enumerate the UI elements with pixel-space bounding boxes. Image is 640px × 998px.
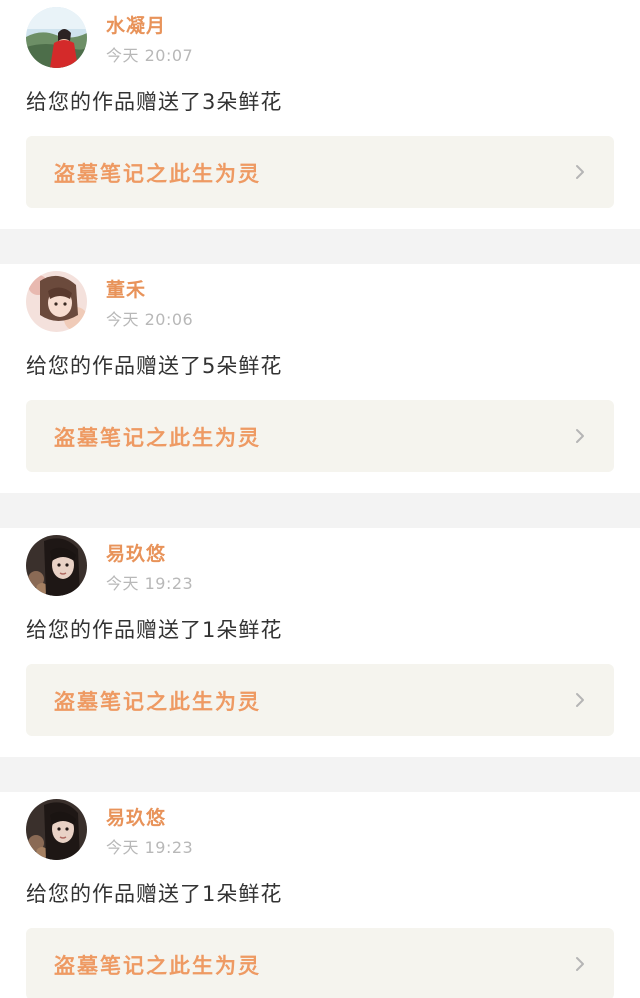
work-title: 盗墓笔记之此生为灵 (54, 162, 261, 186)
username[interactable]: 易玖悠 (106, 539, 166, 566)
notification-card: 易玖悠 今天 19:23 给您的作品赠送了1朵鲜花 盗墓笔记之此生为灵 (0, 792, 640, 998)
work-link-card[interactable]: 盗墓笔记之此生为灵 (26, 664, 614, 736)
notification-feed: 水凝月 今天 20:07 给您的作品赠送了3朵鲜花 盗墓笔记之此生为灵 董禾 今… (0, 0, 640, 998)
avatar-image (26, 271, 87, 332)
timestamp: 今天 19:23 (106, 838, 194, 857)
notification-card: 水凝月 今天 20:07 给您的作品赠送了3朵鲜花 盗墓笔记之此生为灵 (0, 0, 640, 229)
work-link-card[interactable]: 盗墓笔记之此生为灵 (26, 928, 614, 998)
chevron-right-icon (576, 429, 584, 443)
divider (0, 757, 640, 792)
chevron-right-icon (576, 957, 584, 971)
divider (0, 229, 640, 264)
notification-card: 董禾 今天 20:06 给您的作品赠送了5朵鲜花 盗墓笔记之此生为灵 (0, 264, 640, 493)
work-link-card[interactable]: 盗墓笔记之此生为灵 (26, 136, 614, 208)
gift-message: 给您的作品赠送了5朵鲜花 (26, 354, 283, 378)
username[interactable]: 董禾 (106, 275, 146, 302)
avatar[interactable] (26, 535, 87, 596)
timestamp: 今天 20:07 (106, 46, 194, 65)
gift-message: 给您的作品赠送了1朵鲜花 (26, 882, 283, 906)
gift-message: 给您的作品赠送了1朵鲜花 (26, 618, 283, 642)
divider (0, 493, 640, 528)
work-link-card[interactable]: 盗墓笔记之此生为灵 (26, 400, 614, 472)
avatar-image (26, 799, 87, 860)
gift-message: 给您的作品赠送了3朵鲜花 (26, 90, 283, 114)
avatar[interactable] (26, 799, 87, 860)
notification-card: 易玖悠 今天 19:23 给您的作品赠送了1朵鲜花 盗墓笔记之此生为灵 (0, 528, 640, 757)
work-title: 盗墓笔记之此生为灵 (54, 426, 261, 450)
username[interactable]: 易玖悠 (106, 803, 166, 830)
chevron-right-icon (576, 165, 584, 179)
avatar[interactable] (26, 271, 87, 332)
avatar-image (26, 7, 87, 68)
avatar-image (26, 535, 87, 596)
chevron-right-icon (576, 693, 584, 707)
work-title: 盗墓笔记之此生为灵 (54, 690, 261, 714)
timestamp: 今天 20:06 (106, 310, 194, 329)
timestamp: 今天 19:23 (106, 574, 194, 593)
username[interactable]: 水凝月 (106, 11, 166, 38)
avatar[interactable] (26, 7, 87, 68)
work-title: 盗墓笔记之此生为灵 (54, 954, 261, 978)
